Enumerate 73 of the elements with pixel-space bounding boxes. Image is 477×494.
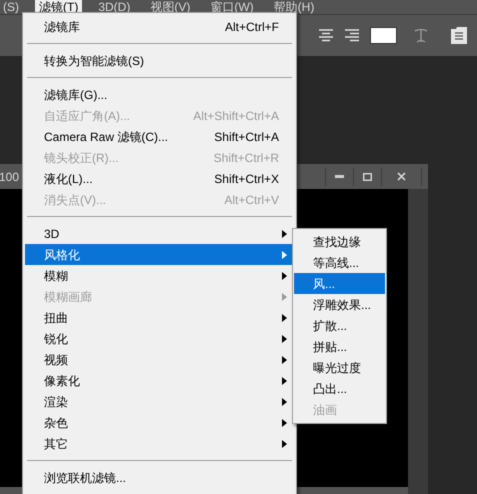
submenu-arrow-icon [282,314,287,322]
menu-item[interactable]: 转换为智能滤镜(S) [25,50,294,71]
menu-item[interactable]: 杂色 [25,412,294,433]
menu-item-label: 渲染 [44,394,69,410]
menu-item[interactable]: 扭曲 [25,307,294,328]
menu-item-label: 自适应广角(A)... [44,108,131,124]
menu-item-shortcut: Shift+Ctrl+X [214,170,279,188]
menu-item[interactable]: 滤镜库 Alt+Ctrl+F [25,16,294,37]
menu-bar-item[interactable]: 3D(D) [94,0,134,14]
menu-item-label: 模糊 [44,268,69,284]
menu-item-shortcut: Alt+Ctrl+F [224,18,279,36]
submenu-arrow-icon [282,272,287,280]
submenu-arrow-icon [282,292,287,300]
menu-item-label: 3D [44,226,60,242]
menu-item[interactable]: 模糊 [25,265,294,286]
menu-item[interactable]: 液化(L)... Shift+Ctrl+X [25,168,294,189]
menu-item-label: 浏览联机滤镜... [44,470,128,486]
menu-item-shortcut: Alt+Shift+Ctrl+A [193,108,279,124]
menu-item[interactable]: 其它 [25,433,294,454]
submenu-item[interactable]: 等高线... [294,252,385,273]
menu-item-label: 锐化 [44,330,69,348]
submenu-item[interactable]: 浮雕效果... [294,294,385,315]
menu-item-label: 模糊画廊 [44,288,93,306]
menu-item-label: 风格化 [44,246,81,264]
close-icon [397,172,406,181]
menu-bar-item[interactable]: 帮助(H) [270,0,318,14]
submenu-arrow-icon [282,440,287,448]
menu-item-label: 滤镜库(G)... [44,86,108,104]
menu-item-label: 其它 [44,436,69,452]
menu-item[interactable]: Camera Raw 滤镜(C)... Shift+Ctrl+A [25,126,294,147]
menu-item-shortcut: Shift+Ctrl+A [214,128,279,146]
panel-icon[interactable] [451,27,467,44]
menu-item-label: 转换为智能滤镜(S) [44,52,145,70]
align-right-icon[interactable] [344,28,360,42]
menu-item-label: 像素化 [44,372,81,390]
submenu-arrow-icon [282,398,287,406]
submenu-item[interactable]: 凸出... [294,378,385,399]
maximize-icon [363,172,372,180]
submenu-arrow-icon [282,250,287,258]
menu-item-label: 杂色 [44,414,69,432]
menu-bar-item[interactable]: (S) [0,0,23,14]
minimize-icon [335,175,344,178]
submenu-item[interactable]: 拼贴... [294,336,385,357]
submenu-arrow-icon [282,418,287,426]
menu-item[interactable]: 3D [25,223,294,244]
menu-item[interactable]: 锐化 [25,328,294,349]
menu-item-label: 镜头校正(R)... [44,150,120,166]
submenu-item[interactable]: 曝光过度 [294,357,385,378]
submenu-item[interactable]: 扩散... [294,315,385,336]
submenu-arrow-icon [282,334,287,342]
submenu-arrow-icon [282,356,287,364]
menu-item[interactable]: 像素化 [25,370,294,391]
color-swatch[interactable] [370,27,397,44]
menu-item[interactable]: 浏览联机滤镜... [25,467,294,488]
submenu-arrow-icon [282,376,287,384]
menu-item-label: Camera Raw 滤镜(C)... [44,128,170,146]
menu-item[interactable]: 渲染 [25,391,294,412]
document-title: 100 [0,168,20,186]
align-center-icon[interactable] [318,28,334,42]
menu-item-label: 液化(L)... [44,170,94,188]
submenu-item[interactable]: 风... [294,273,385,294]
warp-text-icon[interactable] [413,28,429,44]
menu-item[interactable]: 视频 [25,349,294,370]
menu-item-label: 滤镜库 [44,18,81,36]
menu-item-shortcut: Shift+Ctrl+R [214,150,279,166]
menu-item-label: 扭曲 [44,310,69,326]
submenu-item[interactable]: 查找边缘 [294,231,385,252]
submenu-arrow-icon [282,230,287,238]
menu-item-label: 视频 [44,352,69,368]
menu-item-label: 消失点(V)... [44,192,107,208]
menu-item[interactable]: 风格化 [25,244,294,265]
menu-item-shortcut: Alt+Ctrl+V [224,192,279,208]
menu-item[interactable]: 滤镜库(G)... [25,84,294,105]
